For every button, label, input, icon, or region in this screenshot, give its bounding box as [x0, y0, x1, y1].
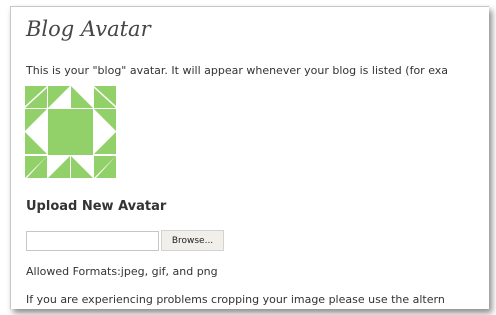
allowed-formats-text: Allowed Formats:jpeg, gif, and png: [26, 265, 218, 278]
intro-text: This is your "blog" avatar. It will appe…: [26, 64, 449, 77]
settings-panel: Blog Avatar This is your "blog" avatar. …: [10, 6, 489, 309]
cropping-help-text: If you are experiencing problems croppin…: [26, 293, 445, 306]
page-title: Blog Avatar: [26, 17, 151, 41]
file-path-input[interactable]: [26, 231, 159, 251]
upload-heading: Upload New Avatar: [26, 199, 167, 214]
browse-button[interactable]: Browse...: [161, 230, 224, 251]
blog-avatar-image: [25, 86, 116, 178]
